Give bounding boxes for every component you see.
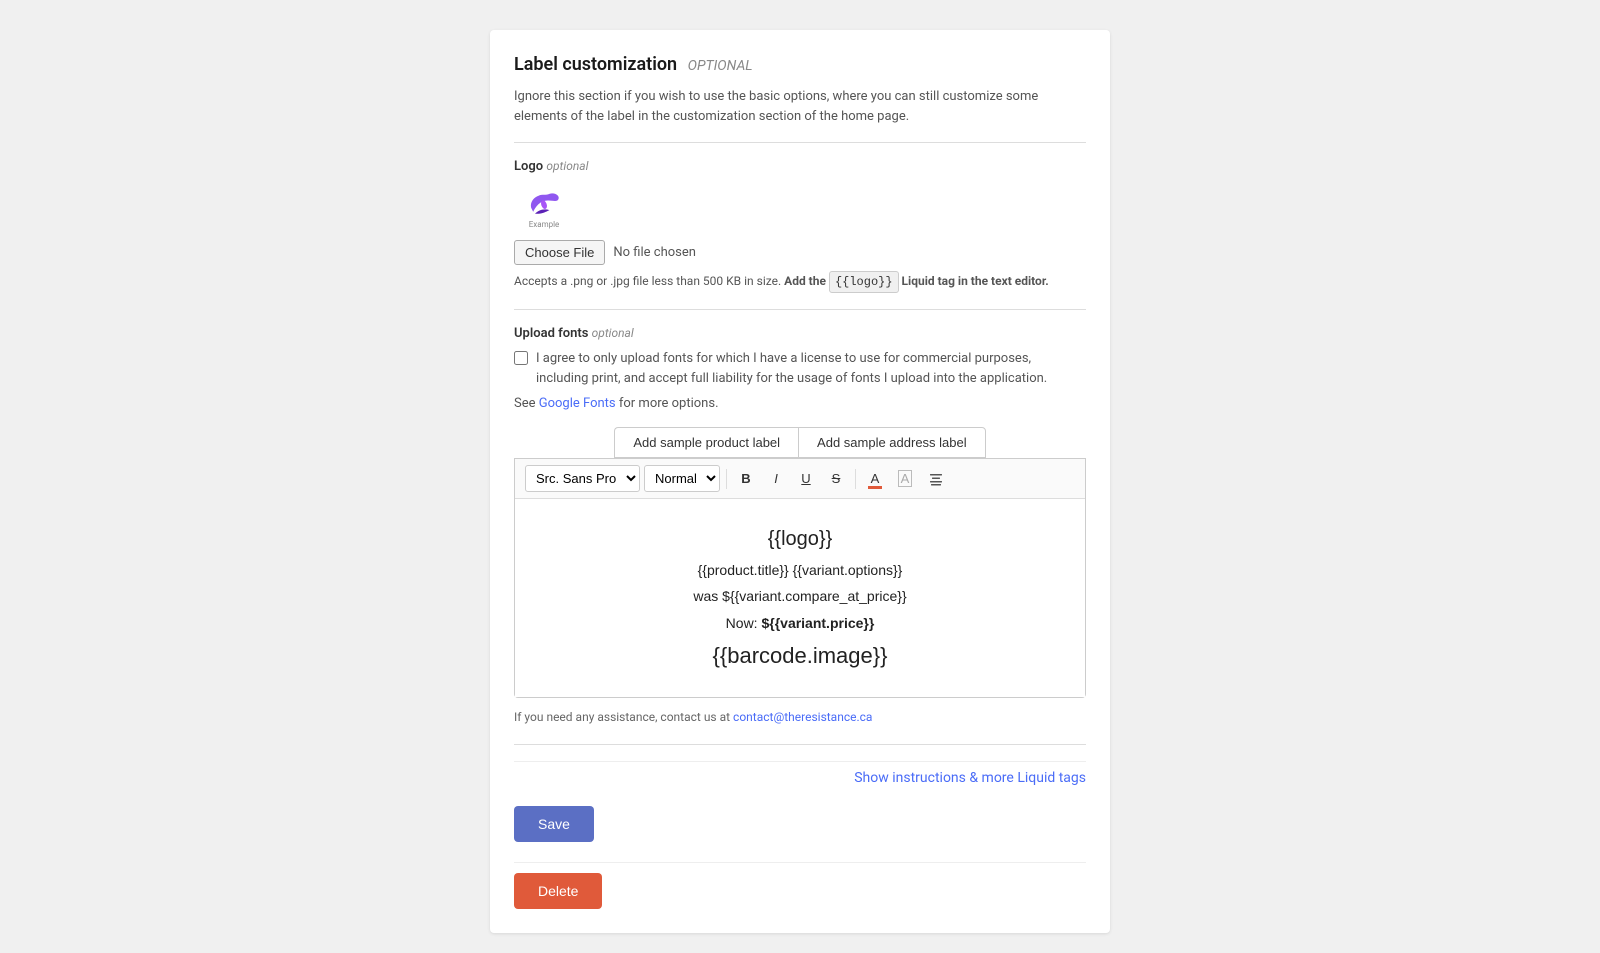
bold-button[interactable]: B xyxy=(733,466,759,492)
editor-line-barcode: {{barcode.image}} xyxy=(535,638,1065,673)
see-more-text: See Google Fonts for more options. xyxy=(514,396,1086,411)
optional-tag: OPTIONAL xyxy=(688,58,753,74)
highlight-color-button[interactable]: A xyxy=(892,466,918,492)
font-color-label: A xyxy=(871,471,880,486)
upload-fonts-section: Upload fonts optional I agree to only up… xyxy=(514,326,1086,411)
logo-field: Logo optional Example Choose File No fil… xyxy=(514,159,1086,293)
editor-top-buttons: Add sample product label Add sample addr… xyxy=(514,427,1086,458)
show-instructions-link[interactable]: Show instructions & more Liquid tags xyxy=(854,770,1086,786)
logo-label: Logo optional xyxy=(514,159,1086,174)
align-button[interactable] xyxy=(922,466,950,492)
license-checkbox-row: I agree to only upload fonts for which I… xyxy=(514,349,1086,388)
delete-row: Delete xyxy=(514,873,1086,909)
upload-fonts-optional: optional xyxy=(592,326,634,340)
assistance-text: If you need any assistance, contact us a… xyxy=(514,706,1086,728)
italic-button[interactable]: I xyxy=(763,466,789,492)
underline-button[interactable]: U xyxy=(793,466,819,492)
section-title: Label customization OPTIONAL xyxy=(514,54,1086,75)
highlight-color-label: A xyxy=(898,470,913,487)
editor-section: Add sample product label Add sample addr… xyxy=(514,427,1086,786)
add-product-label-button[interactable]: Add sample product label xyxy=(614,427,798,458)
show-instructions-row: Show instructions & more Liquid tags xyxy=(514,761,1086,786)
delete-button[interactable]: Delete xyxy=(514,873,602,909)
font-color-button[interactable]: A xyxy=(862,466,888,492)
fonts-divider xyxy=(514,309,1086,310)
description-text: Ignore this section if you wish to use t… xyxy=(514,87,1086,126)
choose-file-button[interactable]: Choose File xyxy=(514,240,605,265)
editor-toolbar: Src. Sans Pro Normal B I U S A A xyxy=(515,459,1085,499)
editor-content[interactable]: {{logo}} {{product.title}} {{variant.opt… xyxy=(515,499,1085,697)
contact-link[interactable]: contact@theresistance.ca xyxy=(733,710,872,724)
logo-example-label: Example xyxy=(529,220,560,229)
style-select[interactable]: Normal xyxy=(644,465,720,492)
upload-fonts-label: Upload fonts optional xyxy=(514,326,1086,341)
no-file-text: No file chosen xyxy=(613,245,696,260)
editor-line-product: {{product.title}} {{variant.options}} xyxy=(535,559,1065,581)
font-color-indicator xyxy=(868,486,882,489)
editor-line-logo: {{logo}} xyxy=(535,523,1065,555)
license-text: I agree to only upload fonts for which I… xyxy=(536,349,1086,388)
add-address-label-button[interactable]: Add sample address label xyxy=(798,427,986,458)
font-select[interactable]: Src. Sans Pro xyxy=(525,465,640,492)
logo-optional: optional xyxy=(546,159,588,173)
liquid-tag-logo: {{logo}} xyxy=(829,271,899,293)
license-checkbox[interactable] xyxy=(514,351,528,365)
editor-line-compare-price: was ${{variant.compare_at_price}} xyxy=(535,585,1065,607)
save-button[interactable]: Save xyxy=(514,806,594,842)
logo-preview: Example xyxy=(514,182,574,232)
file-input-row: Choose File No file chosen xyxy=(514,240,1086,265)
editor-wrapper: Src. Sans Pro Normal B I U S A A xyxy=(514,458,1086,698)
toolbar-separator-1 xyxy=(726,469,727,489)
save-row: Save xyxy=(514,806,1086,863)
file-hint: Accepts a .png or .jpg file less than 50… xyxy=(514,271,1086,293)
align-center-icon xyxy=(928,471,944,487)
action-buttons: Save Delete xyxy=(514,806,1086,909)
strikethrough-button[interactable]: S xyxy=(823,466,849,492)
logo-svg-icon xyxy=(526,186,562,218)
toolbar-separator-2 xyxy=(855,469,856,489)
google-fonts-link[interactable]: Google Fonts xyxy=(539,396,616,411)
instructions-divider xyxy=(514,744,1086,745)
section-divider xyxy=(514,142,1086,143)
editor-line-price: Now: ${{variant.price}} xyxy=(535,612,1065,634)
main-container: Label customization OPTIONAL Ignore this… xyxy=(490,30,1110,933)
